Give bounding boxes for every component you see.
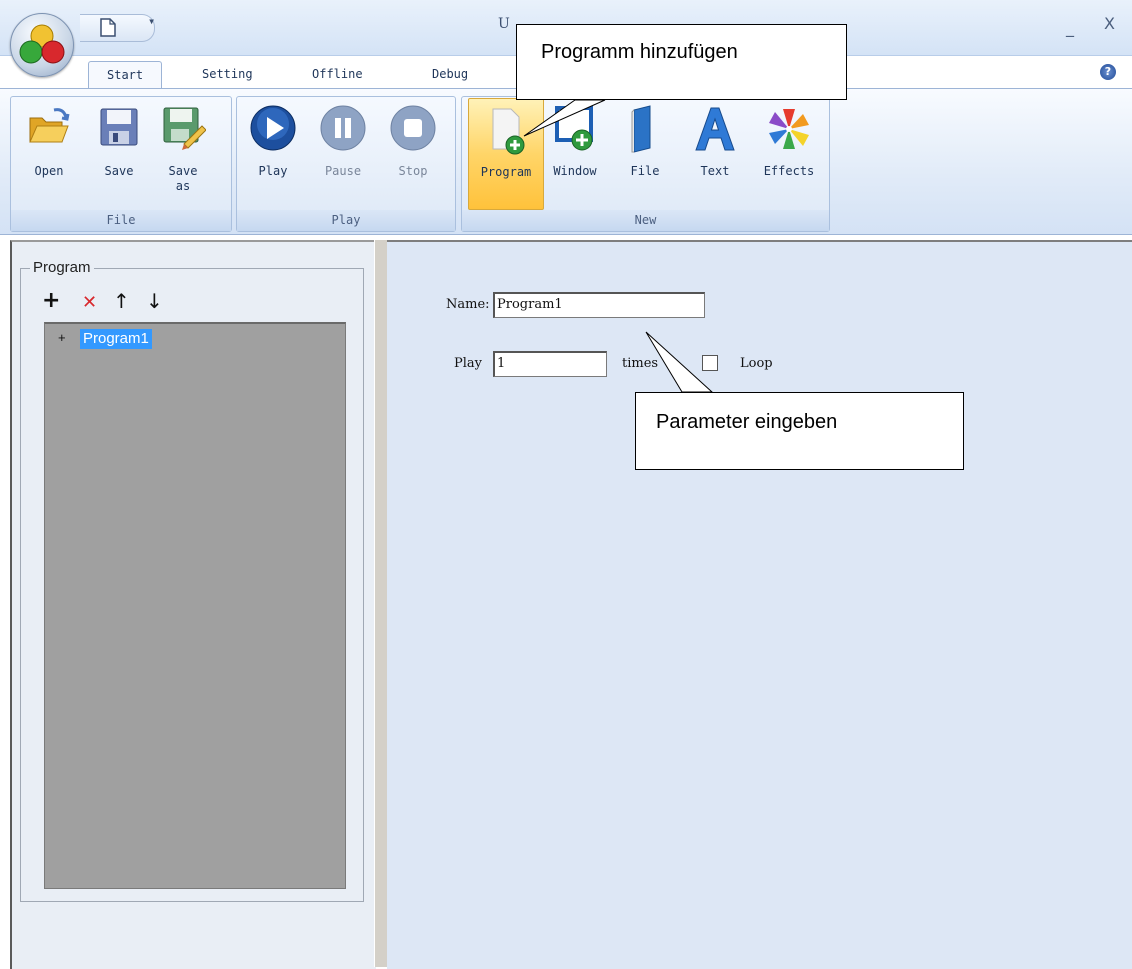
pause-button[interactable]: Pause (314, 98, 372, 208)
play-button[interactable]: Play (244, 98, 302, 208)
new-window-icon (555, 106, 593, 151)
save-label: Save (104, 164, 134, 178)
new-window-button[interactable]: Window (546, 98, 604, 208)
open-button[interactable]: Open (20, 98, 78, 208)
window-title: U (498, 16, 510, 32)
pause-icon (320, 105, 366, 151)
floppy-disk-icon (100, 108, 138, 146)
panel-splitter[interactable] (374, 240, 388, 967)
save-button[interactable]: Save (90, 98, 148, 208)
callout-add-program: Programm hinzufügen (516, 24, 847, 100)
text-label: Text (700, 164, 730, 178)
effects-pinwheel-icon (769, 109, 809, 149)
loop-checkbox[interactable] (702, 355, 718, 371)
stop-label: Stop (398, 164, 428, 178)
program-label: Program (480, 165, 532, 179)
callout-enter-parameters-text: Parameter eingeben (656, 411, 838, 433)
customize-toolbar-dropdown[interactable]: ▾ (148, 14, 155, 28)
effects-button[interactable]: Effects (756, 98, 822, 208)
new-program-icon (492, 108, 525, 155)
text-letter-a-icon (695, 107, 735, 151)
minimize-button[interactable]: _ (1066, 18, 1074, 37)
play-icon (250, 105, 296, 151)
play-count-input[interactable]: 1 (493, 351, 607, 377)
tab-start[interactable]: Start (88, 61, 163, 89)
tab-setting[interactable]: Setting (184, 61, 271, 87)
move-up-icon[interactable]: ↑ (113, 290, 130, 312)
name-input[interactable]: Program1 (493, 292, 705, 318)
stop-icon (390, 105, 436, 151)
effects-label: Effects (763, 164, 815, 178)
tree-item-program1[interactable]: Program1 (80, 329, 152, 349)
callout-enter-parameters: Parameter eingeben (635, 392, 964, 470)
open-label: Open (34, 164, 64, 178)
move-down-icon[interactable]: ↓ (146, 290, 163, 312)
group-label-file: File (11, 210, 231, 231)
window-label: Window (553, 164, 597, 178)
name-label: Name: (446, 297, 490, 312)
tab-offline[interactable]: Offline (294, 61, 381, 87)
file-label: File (630, 164, 660, 178)
group-label-play: Play (237, 210, 455, 231)
file-book-icon (631, 105, 651, 153)
add-program-icon[interactable]: + (42, 290, 60, 312)
delete-program-icon[interactable]: ✕ (82, 292, 97, 314)
properties-panel (387, 240, 1132, 969)
program-groupbox-title: Program (30, 259, 94, 276)
new-text-button[interactable]: Text (686, 98, 744, 208)
folder-open-icon (29, 108, 70, 143)
play-label: Play (258, 164, 288, 178)
tree-expand-icon[interactable]: + (58, 330, 66, 345)
program-tree[interactable] (44, 322, 346, 889)
loop-label: Loop (740, 356, 773, 371)
new-program-button[interactable]: Program (468, 98, 544, 210)
times-label: times (622, 356, 659, 371)
tab-debug[interactable]: Debug (414, 61, 486, 87)
save-as-button[interactable]: Save as (154, 98, 212, 208)
play-count-label: Play (454, 356, 482, 371)
stop-button[interactable]: Stop (384, 98, 442, 208)
close-button[interactable]: X (1104, 14, 1115, 33)
help-icon[interactable]: ? (1100, 64, 1116, 80)
callout-add-program-text: Programm hinzufügen (541, 41, 738, 63)
group-label-new: New (462, 210, 829, 231)
new-document-icon[interactable] (100, 18, 116, 40)
save-as-label: Save as (168, 164, 198, 193)
app-logo-icon (19, 24, 65, 64)
application-menu-button[interactable] (10, 13, 74, 77)
pause-label: Pause (324, 164, 362, 178)
quick-access-toolbar (80, 14, 155, 42)
save-as-icon (163, 107, 206, 150)
new-file-button[interactable]: File (616, 98, 674, 208)
